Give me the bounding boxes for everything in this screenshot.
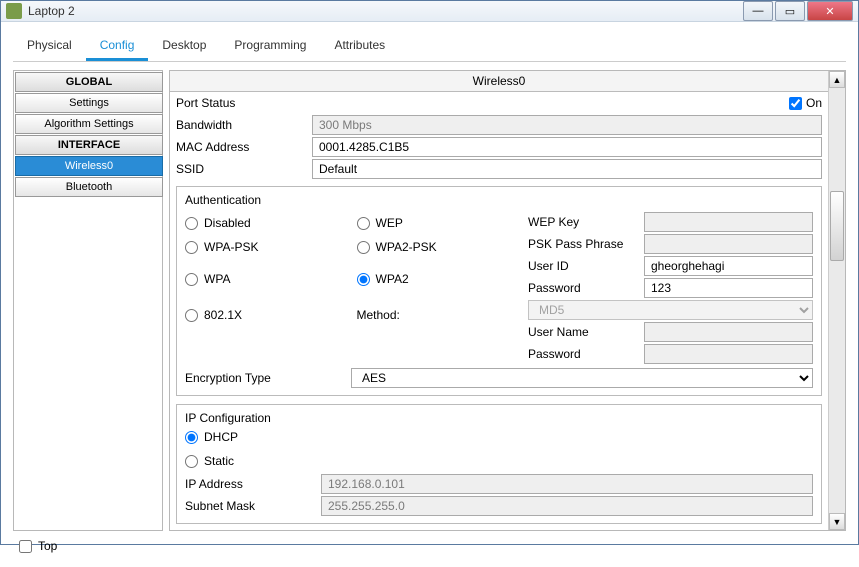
close-button[interactable]: ✕ xyxy=(807,1,853,21)
sidebar: GLOBAL Settings Algorithm Settings INTER… xyxy=(13,70,163,531)
wepkey-field xyxy=(644,212,813,232)
auth-wpa-label: WPA xyxy=(204,272,230,286)
top-checkbox[interactable] xyxy=(19,540,32,553)
ipaddr-label: IP Address xyxy=(185,477,315,491)
auth-wpa2-label: WPA2 xyxy=(376,272,409,286)
ip-static-radio[interactable] xyxy=(185,455,198,468)
ipconfig-title: IP Configuration xyxy=(185,411,813,425)
encryption-label: Encryption Type xyxy=(185,371,345,385)
username-label: User Name xyxy=(528,325,638,339)
ip-config-group: IP Configuration DHCP Static IP Address … xyxy=(176,404,822,524)
sidebar-global-header[interactable]: GLOBAL xyxy=(15,72,163,92)
subnet-label: Subnet Mask xyxy=(185,499,315,513)
auth-wpa2psk-radio[interactable] xyxy=(357,241,370,254)
tab-attributes[interactable]: Attributes xyxy=(320,32,399,61)
minimize-button[interactable]: — xyxy=(743,1,773,21)
auth-title: Authentication xyxy=(185,193,813,207)
scroll-up-arrow-icon[interactable]: ▲ xyxy=(829,71,845,88)
method-select: MD5 xyxy=(528,300,813,320)
sidebar-item-bluetooth[interactable]: Bluetooth xyxy=(15,177,163,197)
ssid-field[interactable] xyxy=(312,159,822,179)
auth-wpapsk-radio[interactable] xyxy=(185,241,198,254)
auth-wpa2-radio[interactable] xyxy=(357,273,370,286)
main-panel: Wireless0 Port Status On Bandwidth xyxy=(169,70,846,531)
ip-static-label: Static xyxy=(204,454,234,468)
auth-wpa-radio[interactable] xyxy=(185,273,198,286)
mac-field[interactable] xyxy=(312,137,822,157)
window-title: Laptop 2 xyxy=(28,4,741,18)
wepkey-label: WEP Key xyxy=(528,215,638,229)
tab-bar: Physical Config Desktop Programming Attr… xyxy=(13,32,846,62)
port-status-checkbox[interactable] xyxy=(789,97,802,110)
port-status-row: Port Status On xyxy=(176,92,822,114)
content-area: Physical Config Desktop Programming Attr… xyxy=(1,22,858,567)
sidebar-item-wireless0[interactable]: Wireless0 xyxy=(15,156,163,176)
subnet-field xyxy=(321,496,813,516)
port-status-label: Port Status xyxy=(176,96,306,110)
bandwidth-row: Bandwidth xyxy=(176,114,822,136)
userid-label: User ID xyxy=(528,259,638,273)
title-bar[interactable]: Laptop 2 — ▭ ✕ xyxy=(1,1,858,22)
psk-field xyxy=(644,234,813,254)
ssid-row: SSID xyxy=(176,158,822,180)
tab-config[interactable]: Config xyxy=(86,32,149,61)
auth-wep-radio[interactable] xyxy=(357,217,370,230)
footer: Top xyxy=(13,531,846,561)
sidebar-item-algorithm-settings[interactable]: Algorithm Settings xyxy=(15,114,163,134)
password2-label: Password xyxy=(528,347,638,361)
tab-desktop[interactable]: Desktop xyxy=(148,32,220,61)
app-icon xyxy=(6,3,22,19)
encryption-select[interactable]: AES xyxy=(351,368,813,388)
vertical-scrollbar[interactable]: ▲ ▼ xyxy=(828,71,845,530)
auth-disabled-label: Disabled xyxy=(204,216,251,230)
port-status-on-label: On xyxy=(806,96,822,110)
auth-wpapsk-label: WPA-PSK xyxy=(204,240,258,254)
maximize-button[interactable]: ▭ xyxy=(775,1,805,21)
mac-label: MAC Address xyxy=(176,140,306,154)
authentication-group: Authentication Disabled WPA-PSK WPA 802.… xyxy=(176,186,822,396)
auth-8021x-radio[interactable] xyxy=(185,309,198,322)
auth-disabled-radio[interactable] xyxy=(185,217,198,230)
ip-dhcp-radio[interactable] xyxy=(185,431,198,444)
password2-field xyxy=(644,344,813,364)
top-label: Top xyxy=(38,539,57,553)
userid-field[interactable] xyxy=(644,256,813,276)
bandwidth-field xyxy=(312,115,822,135)
auth-wpa2psk-label: WPA2-PSK xyxy=(376,240,437,254)
auth-8021x-label: 802.1X xyxy=(204,308,242,322)
auth-wep-label: WEP xyxy=(376,216,403,230)
bandwidth-label: Bandwidth xyxy=(176,118,306,132)
username-field xyxy=(644,322,813,342)
mac-row: MAC Address xyxy=(176,136,822,158)
tab-programming[interactable]: Programming xyxy=(220,32,320,61)
scroll-thumb[interactable] xyxy=(830,191,844,261)
sidebar-interface-header[interactable]: INTERFACE xyxy=(15,135,163,155)
password-label: Password xyxy=(528,281,638,295)
ip-dhcp-label: DHCP xyxy=(204,430,238,444)
ipaddr-field xyxy=(321,474,813,494)
sidebar-item-settings[interactable]: Settings xyxy=(15,93,163,113)
psk-label: PSK Pass Phrase xyxy=(528,237,638,251)
auth-method-label: Method: xyxy=(357,308,400,322)
tab-physical[interactable]: Physical xyxy=(13,32,86,61)
password-field[interactable] xyxy=(644,278,813,298)
ssid-label: SSID xyxy=(176,162,306,176)
panel-title: Wireless0 xyxy=(170,71,828,92)
laptop-config-window: Laptop 2 — ▭ ✕ Physical Config Desktop P… xyxy=(0,0,859,545)
scroll-down-arrow-icon[interactable]: ▼ xyxy=(829,513,845,530)
